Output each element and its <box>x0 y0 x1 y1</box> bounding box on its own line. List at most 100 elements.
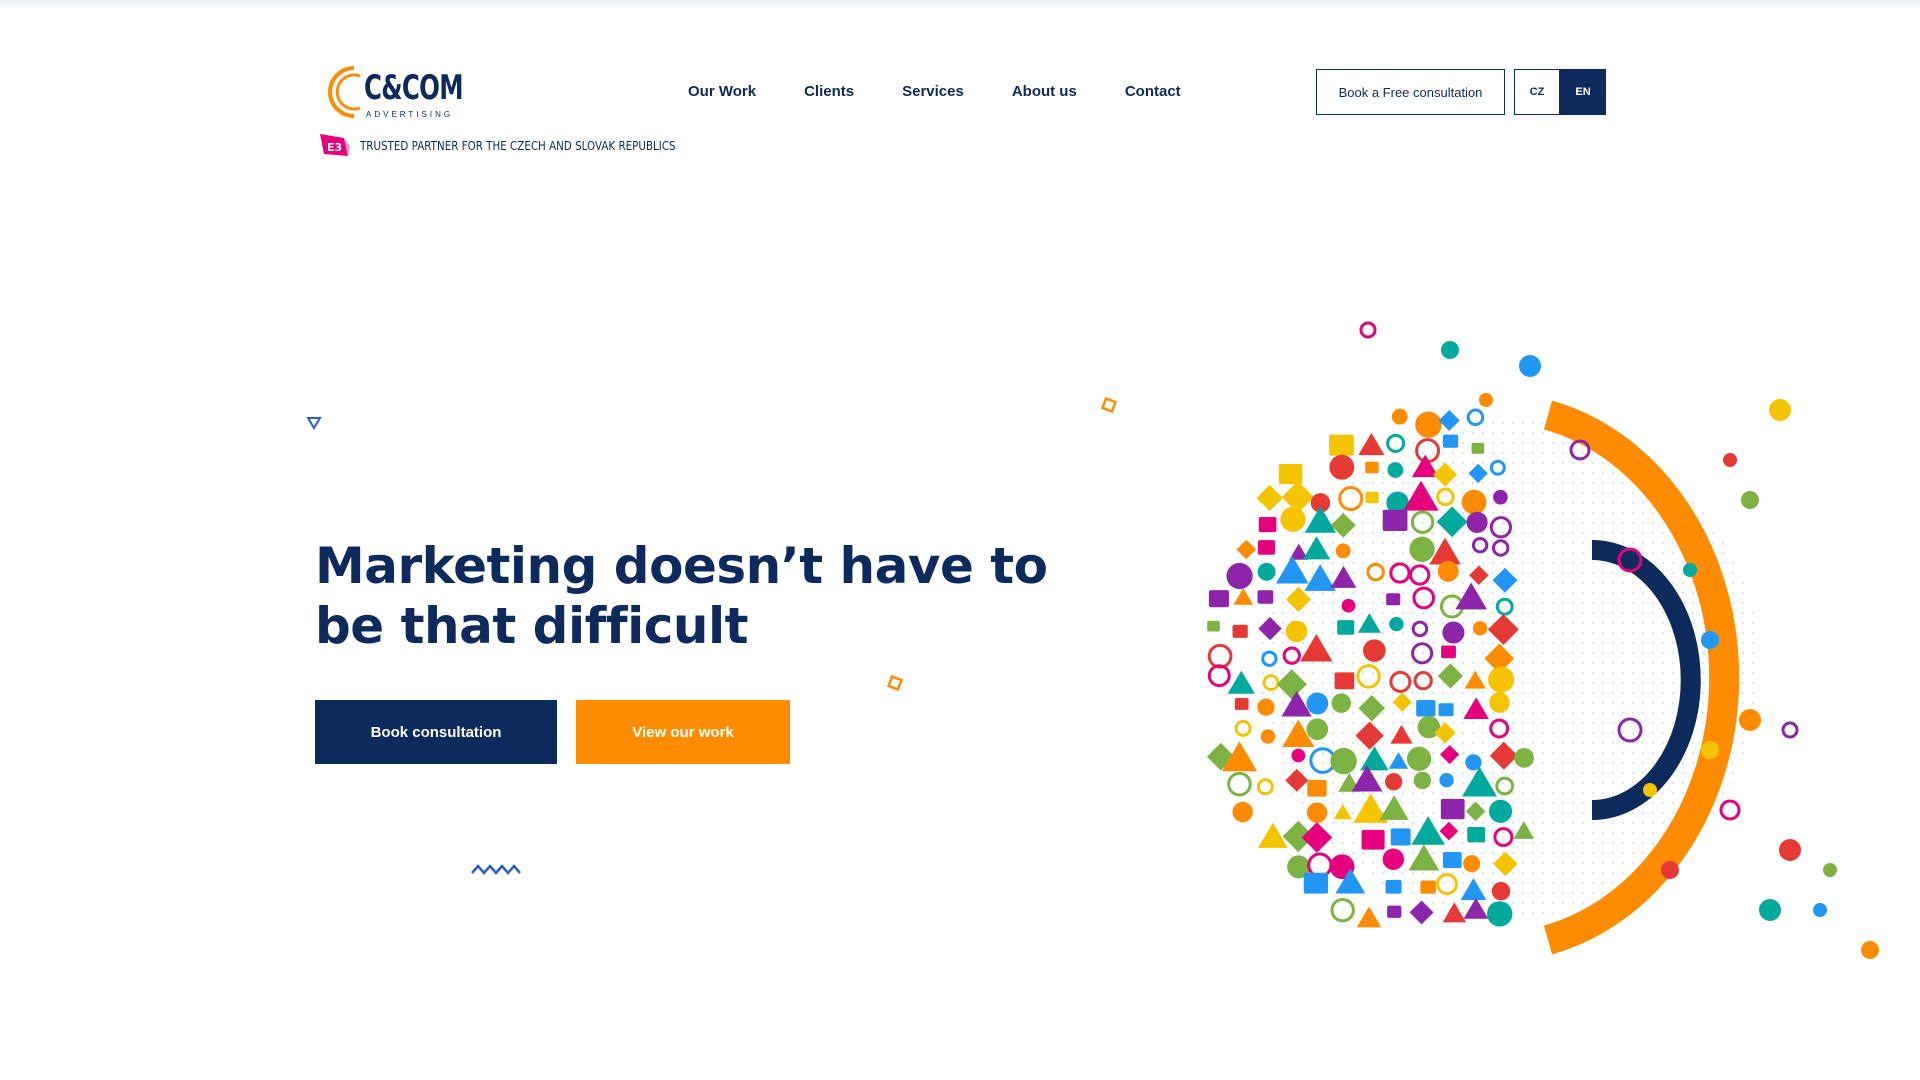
marketing-glyph-icon <box>1207 620 1220 632</box>
triangle-deco-icon <box>306 417 322 430</box>
nav-clients[interactable]: Clients <box>804 83 854 100</box>
marketing-glyph-icon <box>1471 442 1485 454</box>
marketing-glyph-icon <box>1491 881 1511 901</box>
marketing-glyph-icon <box>1257 822 1288 848</box>
marketing-glyph-icon <box>1683 563 1697 577</box>
marketing-glyph-icon <box>1739 709 1761 731</box>
nav-services[interactable]: Services <box>902 83 964 100</box>
lang-en-button[interactable]: EN <box>1560 69 1606 115</box>
marketing-glyph-icon <box>1741 491 1759 509</box>
marketing-glyph-icon <box>1442 434 1459 448</box>
e3-badge-icon: E3 <box>320 134 350 156</box>
marketing-glyph-icon <box>1413 771 1432 790</box>
logo-mark-icon <box>328 66 361 118</box>
marketing-glyph-icon <box>1390 828 1411 846</box>
marketing-glyph-icon <box>1420 880 1436 894</box>
lang-cz-button[interactable]: CZ <box>1514 69 1560 115</box>
book-consultation-button[interactable]: Book consultation <box>315 700 557 764</box>
marketing-glyph-icon <box>1329 434 1354 456</box>
square-deco-icon-2 <box>886 674 904 692</box>
marketing-glyph-icon <box>1769 399 1791 421</box>
marketing-glyph-icon <box>1488 666 1515 693</box>
marketing-glyph-icon <box>1781 721 1799 739</box>
marketing-glyph-icon <box>1307 780 1327 797</box>
nav-contact[interactable]: Contact <box>1125 83 1181 100</box>
marketing-glyph-icon <box>1439 773 1454 788</box>
marketing-glyph-icon <box>1226 562 1253 590</box>
view-our-work-button[interactable]: View our work <box>576 700 790 764</box>
marketing-glyph-icon <box>1479 393 1493 407</box>
marketing-glyph-icon <box>1257 698 1275 716</box>
hero-title: Marketing doesn’t have to be that diffic… <box>315 537 1048 655</box>
marketing-glyph-icon <box>1823 863 1837 877</box>
marketing-glyph-icon <box>1466 511 1488 533</box>
marketing-glyph-icon <box>1330 747 1357 775</box>
marketing-glyph-icon <box>1306 718 1329 741</box>
marketing-glyph-icon <box>1493 489 1508 505</box>
marketing-glyph-icon <box>1416 700 1436 717</box>
marketing-glyph-icon <box>1356 906 1382 928</box>
marketing-glyph-icon <box>1257 590 1274 604</box>
marketing-glyph-icon <box>1306 802 1328 823</box>
marketing-glyph-icon <box>1232 801 1253 823</box>
logo[interactable]: C&COM ADVERTISING <box>314 60 514 126</box>
marketing-glyph-icon <box>1361 829 1385 850</box>
marketing-glyph-icon <box>1382 509 1408 531</box>
marketing-glyph-icon <box>1227 771 1252 797</box>
trusted-partner: E3 TRUSTED PARTNER FOR THE CZECH AND SLO… <box>318 132 727 160</box>
language-switcher: CZ EN <box>1514 69 1606 115</box>
marketing-glyph-icon <box>1359 321 1377 339</box>
marketing-glyph-icon <box>1442 852 1462 869</box>
marketing-glyph-icon <box>1233 588 1254 605</box>
marketing-glyph-icon <box>1643 783 1657 797</box>
marketing-glyph-icon <box>1415 411 1442 438</box>
zigzag-deco-icon <box>471 864 521 875</box>
marketing-glyph-icon <box>1260 729 1276 744</box>
marketing-glyph-icon <box>1258 516 1277 533</box>
marketing-glyph-icon <box>1335 543 1351 559</box>
marketing-glyph-icon <box>1719 799 1741 821</box>
marketing-glyph-icon <box>1779 839 1801 861</box>
marketing-glyph-icon <box>1329 454 1355 480</box>
marketing-glyph-icon <box>1389 616 1404 632</box>
marketing-glyph-icon <box>1437 560 1459 582</box>
top-shadow <box>0 0 1920 10</box>
marketing-glyph-icon <box>1409 536 1435 562</box>
marketing-glyph-icon <box>1489 692 1510 713</box>
marketing-glyph-icon <box>1861 941 1879 959</box>
marketing-glyph-icon <box>1278 463 1303 485</box>
marketing-icons-illustration <box>1206 321 1879 959</box>
logo-subtitle: ADVERTISING <box>366 110 454 119</box>
marketing-glyph-icon <box>1365 461 1379 474</box>
marketing-glyph-icon <box>1701 741 1719 759</box>
marketing-glyph-icon <box>1661 861 1679 879</box>
marketing-glyph-icon <box>1442 621 1465 644</box>
marketing-glyph-icon <box>1813 903 1827 917</box>
marketing-glyph-icon <box>1472 621 1488 636</box>
marketing-glyph-icon <box>1236 539 1257 560</box>
marketing-glyph-icon <box>1303 872 1329 894</box>
nav-our-work[interactable]: Our Work <box>688 83 756 100</box>
marketing-glyph-icon <box>1701 631 1719 649</box>
marketing-glyph-icon <box>1488 799 1513 823</box>
marketing-glyph-icon <box>1386 593 1401 606</box>
marketing-glyph-icon <box>1486 901 1513 927</box>
marketing-glyph-icon <box>1363 639 1386 662</box>
marketing-glyph-icon <box>1208 590 1229 608</box>
e3-badge-text: E3 <box>327 141 342 154</box>
marketing-glyph-icon <box>1337 620 1355 635</box>
marketing-glyph-icon <box>1463 855 1481 873</box>
marketing-glyph-icon <box>1234 719 1252 737</box>
marketing-glyph-icon <box>1232 624 1248 638</box>
logo-text: C&COM <box>364 68 464 108</box>
book-free-consultation-button[interactable]: Book a Free consultation <box>1316 69 1505 115</box>
marketing-glyph-icon <box>1341 598 1356 613</box>
marketing-glyph-icon <box>1382 848 1404 870</box>
nav-about-us[interactable]: About us <box>1012 83 1077 100</box>
marketing-glyph-icon <box>1514 747 1534 768</box>
marketing-glyph-icon <box>1256 484 1283 512</box>
marketing-glyph-icon <box>1519 355 1541 377</box>
marketing-glyph-icon <box>1234 698 1249 710</box>
marketing-glyph-icon <box>1280 506 1306 532</box>
marketing-glyph-icon <box>1385 773 1403 791</box>
